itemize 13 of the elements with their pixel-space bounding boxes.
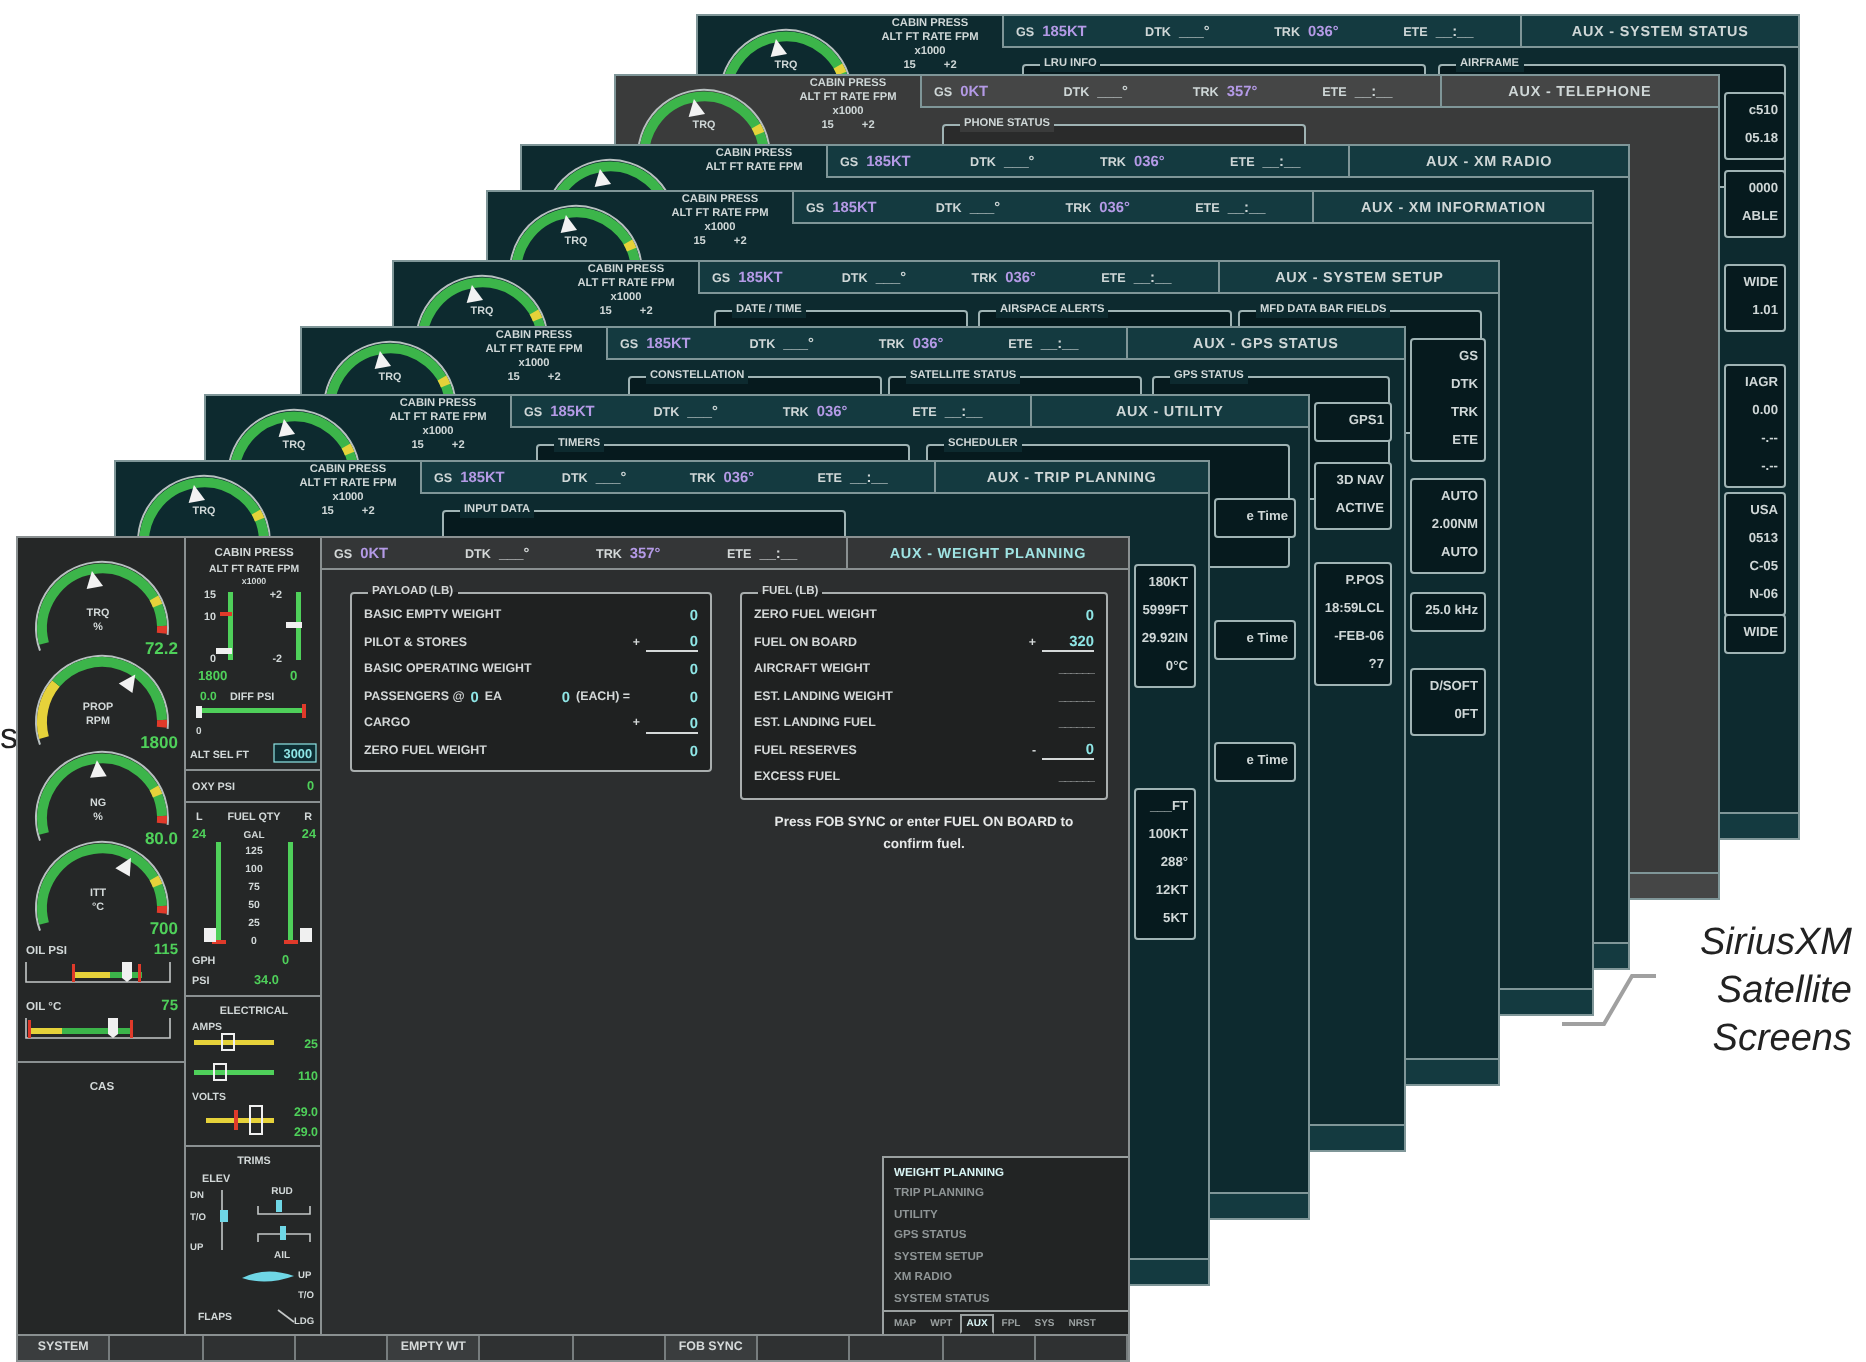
leader-line (1560, 972, 1660, 1028)
gauge-reading: 72.2 (144, 638, 178, 658)
altitude-select-field[interactable] (273, 743, 317, 763)
fuel-gauge-drawing (204, 842, 312, 944)
gauge-reading: 80.0 (144, 828, 178, 848)
electrical-bars-drawing (194, 1033, 274, 1135)
bar-gauge (196, 704, 306, 718)
callout-label: SiriusXM Satellite Screens (1699, 920, 1854, 1064)
gauge-reading: 1800 (140, 732, 178, 752)
gauge-reading: 700 (149, 918, 178, 938)
cabin-scale-drawing (216, 592, 302, 660)
callout-label: s (0, 716, 18, 756)
gauge-dial (137, 474, 271, 542)
